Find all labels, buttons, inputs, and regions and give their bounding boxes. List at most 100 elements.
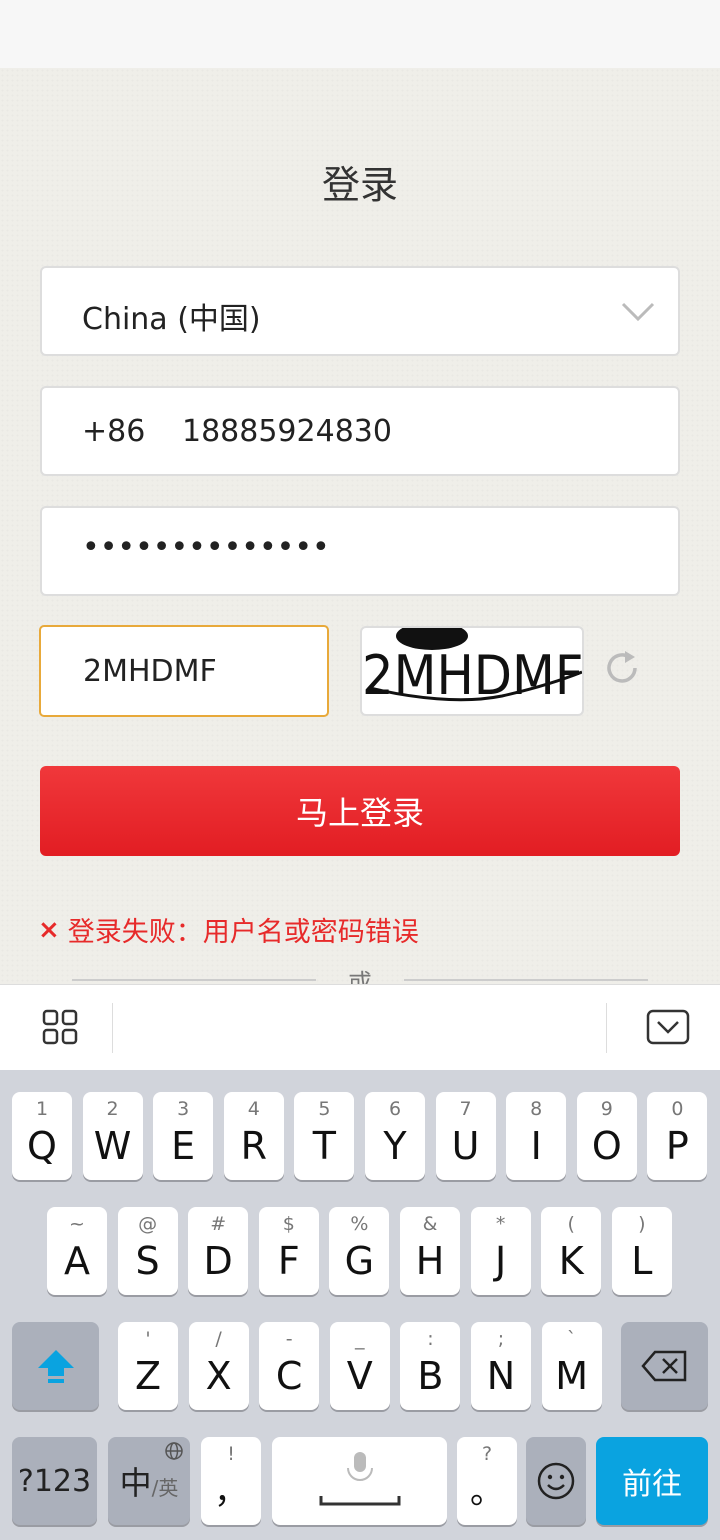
page-title: 登录: [321, 163, 398, 207]
key-label: D: [203, 1239, 233, 1283]
key-label: R: [240, 1124, 267, 1168]
key-m[interactable]: ` M: [541, 1322, 602, 1410]
keyboard: 1Q2W3E4R5T6Y7U8I9O0P ~ A @ S # D $ F% G & H * J(K) L …: [0, 1070, 720, 1540]
key-g[interactable]: % G: [329, 1207, 390, 1295]
comma-key-hint: !: [227, 1443, 235, 1465]
key-w[interactable]: 2W: [82, 1092, 143, 1180]
key-hint: 0: [671, 1098, 684, 1120]
key-hint: _: [355, 1328, 365, 1350]
key-c[interactable]: -C: [259, 1322, 320, 1410]
key-x[interactable]: / X: [188, 1322, 249, 1410]
key-a[interactable]: ~ A: [47, 1207, 107, 1295]
key-label: P: [665, 1124, 689, 1168]
key-hint: ;: [497, 1328, 505, 1350]
key-hint: `: [566, 1328, 577, 1350]
key-label: V: [346, 1354, 373, 1398]
key-hint: %: [350, 1213, 369, 1235]
mic-icon: [319, 1452, 400, 1506]
key-label: N: [486, 1354, 516, 1398]
key-label: E: [171, 1124, 196, 1168]
key-h[interactable]: & H: [400, 1207, 460, 1295]
key-hint: #: [210, 1213, 227, 1235]
key-r[interactable]: 4R: [223, 1092, 284, 1180]
language-key-sub: /英: [151, 1475, 179, 1500]
go-key[interactable]: 前往: [596, 1437, 708, 1525]
key-label: I: [530, 1124, 542, 1168]
key-label: H: [415, 1239, 445, 1283]
backspace-key[interactable]: [621, 1322, 708, 1410]
key-hint: /: [215, 1328, 222, 1350]
globe-icon: [165, 1442, 183, 1460]
key-hint: ~: [69, 1213, 85, 1235]
keyboard-hide-icon[interactable]: [646, 1009, 690, 1045]
key-hint: 8: [530, 1098, 543, 1120]
period-key[interactable]: ? 。: [457, 1437, 517, 1525]
key-hint: ): [638, 1213, 646, 1235]
key-hint: -: [285, 1328, 293, 1350]
key-n[interactable]: ; N: [471, 1322, 531, 1410]
key-e[interactable]: 3E: [153, 1092, 214, 1180]
key-hint: 2: [106, 1098, 119, 1120]
language-key-main: 中: [119, 1464, 152, 1502]
password-field[interactable]: ••••••••••••••: [40, 506, 680, 596]
key-label: U: [451, 1124, 480, 1168]
key-j[interactable]: * J: [470, 1207, 531, 1295]
key-label: Y: [383, 1124, 407, 1168]
space-key[interactable]: [272, 1437, 447, 1525]
country-select[interactable]: China (中国): [40, 266, 680, 356]
key-label: G: [344, 1239, 375, 1283]
key-t[interactable]: 5T: [294, 1092, 355, 1180]
divider-line-left: [72, 979, 316, 981]
key-hint: 5: [318, 1098, 331, 1120]
key-i[interactable]: 8I: [506, 1092, 567, 1180]
key-s[interactable]: @ S: [117, 1207, 178, 1295]
key-p[interactable]: 0P: [647, 1092, 708, 1180]
captcha-image[interactable]: 2MHDMF: [360, 626, 584, 716]
toolbar-separator: [606, 1003, 607, 1053]
key-b[interactable]: :B: [400, 1322, 461, 1410]
symbols-key[interactable]: ?123: [12, 1437, 97, 1525]
key-label: Q: [27, 1124, 57, 1168]
key-hint: 1: [35, 1098, 49, 1120]
key-q[interactable]: 1Q: [12, 1092, 72, 1180]
key-k[interactable]: (K: [541, 1207, 602, 1295]
error-text: 登录失败：用户名或密码错误: [67, 917, 419, 948]
key-hint: *: [495, 1213, 506, 1235]
period-key-hint: ?: [481, 1443, 493, 1465]
refresh-icon[interactable]: [602, 648, 642, 688]
comma-key[interactable]: ! ，: [201, 1437, 261, 1525]
symbols-key-label: ?123: [17, 1463, 92, 1499]
key-l[interactable]: ) L: [611, 1207, 672, 1295]
period-key-label: 。: [470, 1472, 504, 1512]
login-page: 登录 China (中国) +86 18885924830 ••••••••••…: [0, 68, 720, 984]
key-d[interactable]: # D: [188, 1207, 249, 1295]
keyboard-toolbar: [0, 984, 720, 1070]
key-o[interactable]: 9O: [576, 1092, 637, 1180]
key-f[interactable]: $ F: [258, 1207, 319, 1295]
phone-number-input[interactable]: 18885924830: [182, 414, 392, 449]
backspace-icon: [640, 1350, 686, 1382]
key-v[interactable]: _ V: [329, 1322, 390, 1410]
key-label: Z: [134, 1354, 162, 1398]
key-hint: :: [427, 1328, 434, 1350]
key-y[interactable]: 6Y: [365, 1092, 425, 1180]
emoji-key[interactable]: [526, 1437, 586, 1525]
key-u[interactable]: 7U: [435, 1092, 496, 1180]
key-z[interactable]: ' Z: [118, 1322, 178, 1410]
status-bar: [0, 0, 720, 68]
phone-field[interactable]: +86 18885924830: [40, 386, 680, 476]
captcha-input[interactable]: 2MHDMF: [39, 625, 329, 717]
login-button[interactable]: 马上登录: [40, 766, 680, 856]
captcha-image-graphic: 2MHDMF: [362, 628, 582, 708]
country-select-value: China (中国): [82, 302, 261, 337]
grid-icon[interactable]: [42, 1009, 78, 1045]
key-hint: 6: [388, 1098, 402, 1120]
captcha-input-value: 2MHDMF: [83, 654, 217, 689]
key-label: L: [631, 1239, 653, 1283]
key-label: S: [135, 1239, 160, 1283]
key-label: X: [205, 1354, 232, 1398]
shift-key[interactable]: [12, 1322, 99, 1410]
language-key[interactable]: 中/英: [108, 1437, 190, 1525]
key-label: F: [277, 1239, 300, 1283]
key-label: J: [494, 1239, 507, 1283]
